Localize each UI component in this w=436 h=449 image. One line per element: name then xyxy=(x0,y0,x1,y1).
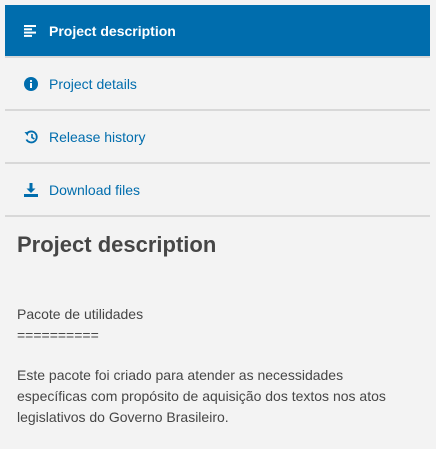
sidebar-nav: Project description Project details Rele… xyxy=(5,5,430,217)
info-circle-icon xyxy=(23,76,39,92)
nav-item-label: Download files xyxy=(49,181,141,198)
description-body: Pacote de utilidades ========== Este pac… xyxy=(17,304,417,428)
paragraph-line: Este pacote foi criado para atender as n… xyxy=(17,367,344,383)
nav-item-project-details[interactable]: Project details xyxy=(5,58,430,111)
nav-item-release-history[interactable]: Release history xyxy=(5,111,430,164)
section-title: Project description xyxy=(17,232,217,257)
nav-item-label: Project details xyxy=(49,75,137,92)
description-heading-line: Pacote de utilidades xyxy=(17,306,144,322)
history-icon xyxy=(23,129,39,145)
download-icon xyxy=(23,182,39,198)
description-underline: ========== xyxy=(17,327,99,343)
page: Project description Project details Rele… xyxy=(0,0,436,449)
text-align-left-icon xyxy=(23,23,39,39)
paragraph-line: específicas com propósito de aquisição d… xyxy=(17,388,386,404)
project-description-section: Project description Pacote de utilidades… xyxy=(17,232,417,428)
nav-item-label: Release history xyxy=(49,128,146,145)
description-paragraph: Este pacote foi criado para atender as n… xyxy=(17,365,417,428)
nav-item-download-files[interactable]: Download files xyxy=(5,164,430,217)
nav-item-label: Project description xyxy=(49,22,176,39)
nav-item-project-description[interactable]: Project description xyxy=(5,5,430,58)
paragraph-line: legislativos do Governo Brasileiro. xyxy=(17,409,229,425)
